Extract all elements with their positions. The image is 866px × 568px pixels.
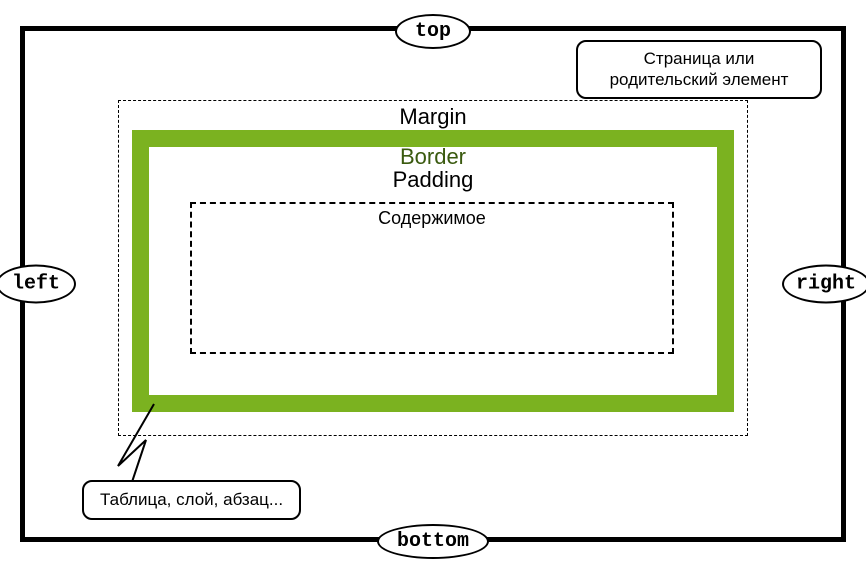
content-box: Содержимое <box>190 202 674 354</box>
page-or-parent-callout: Страница или родительский элемент <box>576 40 822 99</box>
edge-label-right: right <box>782 265 866 304</box>
speech-tail-icon <box>110 400 180 490</box>
page-callout-line1: Страница или <box>644 49 755 68</box>
margin-label: Margin <box>399 104 466 130</box>
element-example-text: Таблица, слой, абзац... <box>100 490 283 509</box>
edge-label-bottom: bottom <box>377 524 489 559</box>
content-label: Содержимое <box>378 208 486 229</box>
page-callout-line2: родительский элемент <box>610 70 789 89</box>
element-example-callout: Таблица, слой, абзац... <box>82 480 301 520</box>
edge-label-top: top <box>395 14 471 49</box>
padding-label: Padding <box>393 167 474 193</box>
